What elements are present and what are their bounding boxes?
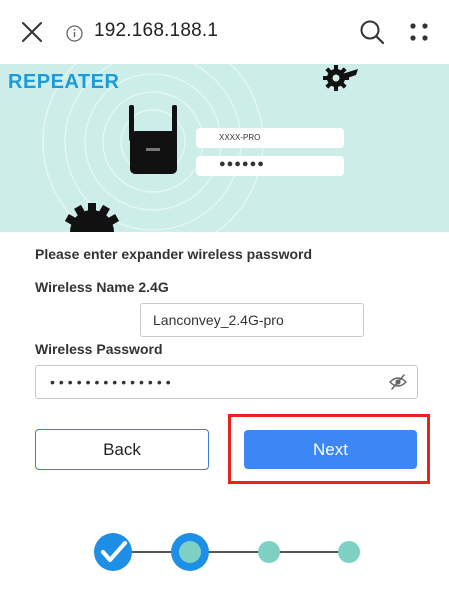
step-3: [258, 541, 280, 563]
banner-title: REPEATER: [8, 71, 120, 93]
more-icon[interactable]: [408, 21, 430, 43]
wireless-password-label: Wireless Password: [35, 341, 163, 357]
info-icon[interactable]: [66, 25, 83, 42]
browser-bar: 192.168.188.1: [0, 0, 449, 64]
close-icon[interactable]: [20, 20, 44, 44]
wireless-password-input[interactable]: [35, 365, 418, 399]
form-heading: Please enter expander wireless password: [35, 246, 313, 262]
search-icon[interactable]: [359, 19, 385, 45]
next-button[interactable]: Next: [244, 430, 417, 469]
step-1-completed: [94, 533, 132, 571]
progress-stepper: [94, 533, 360, 571]
wireless-name-label: Wireless Name 2.4G: [35, 279, 169, 295]
step-2-current: [171, 533, 209, 571]
gear-icon: [323, 65, 358, 91]
step-4: [338, 541, 360, 563]
eye-slash-icon[interactable]: [389, 374, 407, 390]
back-button[interactable]: Back: [35, 429, 209, 470]
wireless-name-input[interactable]: [140, 303, 364, 337]
banner-password-value: ●●●●●●: [219, 158, 265, 170]
repeater-banner: REPEATER XXXX-PRO ●●●●●●: [0, 64, 449, 232]
gear-large-icon: [64, 203, 120, 232]
banner-name-value: XXXX-PRO: [219, 133, 261, 142]
url-text[interactable]: 192.168.188.1: [94, 20, 218, 42]
